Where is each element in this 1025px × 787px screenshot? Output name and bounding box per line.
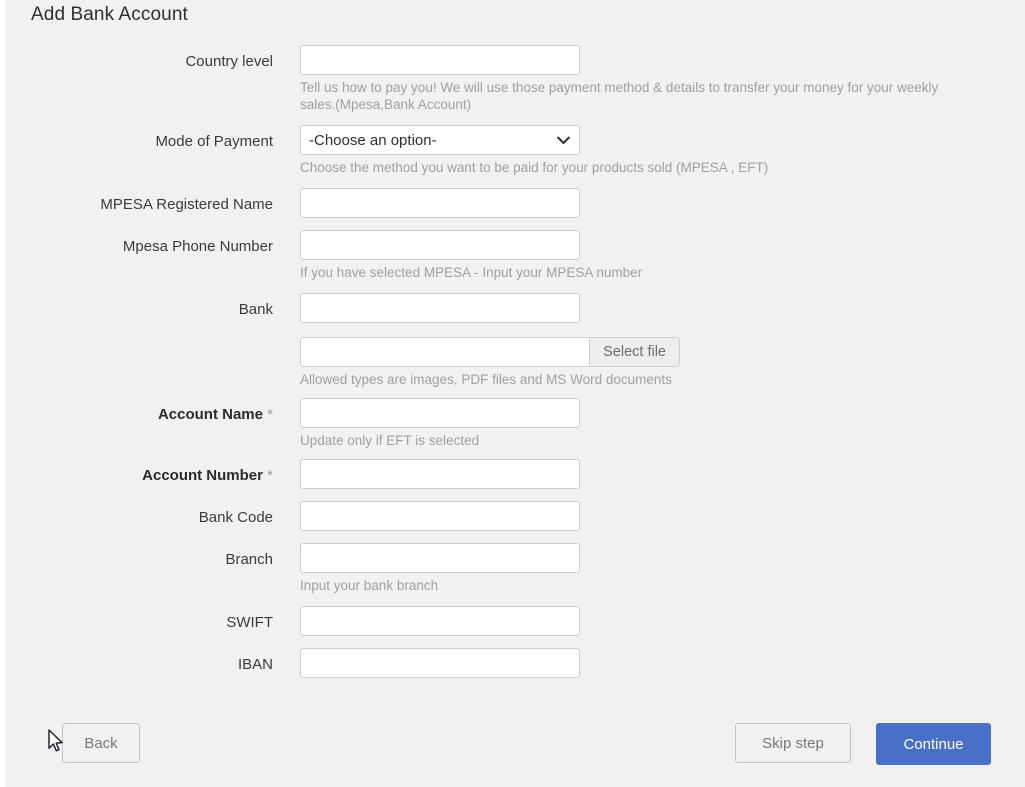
label-iban: IBAN bbox=[237, 656, 273, 673]
bank-input[interactable] bbox=[300, 293, 580, 323]
form-row-mpesa-phone-number: Mpesa Phone Number If you have selected … bbox=[0, 230, 1025, 281]
form-footer: Back Skip step Continue bbox=[0, 720, 1025, 787]
label-bank: Bank bbox=[238, 301, 273, 318]
label-bank-code: Bank Code bbox=[198, 509, 273, 526]
label-account-number-text: Account Number bbox=[142, 467, 263, 484]
help-account-name: Update only if EFT is selected bbox=[300, 433, 480, 448]
form-row-country-level: Country level Tell us how to pay you! We… bbox=[0, 45, 1025, 113]
label-account-number: Account Number * bbox=[0, 459, 300, 485]
add-bank-account-page: Add Bank Account Country level Tell us h… bbox=[0, 0, 1025, 787]
mpesa-registered-name-input[interactable] bbox=[300, 188, 580, 218]
form-row-bank: Bank bbox=[0, 293, 1025, 323]
field-mode-of-payment: -Choose an option- MPESA EFT Choose the … bbox=[300, 125, 1025, 176]
required-marker: * bbox=[267, 467, 273, 484]
mode-of-payment-select-wrap: -Choose an option- MPESA EFT bbox=[300, 125, 580, 155]
account-name-input[interactable] bbox=[300, 398, 580, 428]
form-row-file-upload: Select file Allowed types are images, PD… bbox=[0, 337, 1025, 388]
field-mpesa-registered-name bbox=[300, 188, 1025, 218]
swift-input[interactable] bbox=[300, 606, 580, 636]
field-account-name: Update only if EFT is selected bbox=[300, 398, 1025, 449]
field-bank bbox=[300, 293, 1025, 323]
help-file-upload: Allowed types are images, PDF files and … bbox=[300, 372, 672, 387]
label-file-upload bbox=[0, 337, 300, 345]
form-row-mode-of-payment: Mode of Payment -Choose an option- MPESA… bbox=[0, 125, 1025, 176]
label-account-name: Account Name * bbox=[0, 398, 300, 424]
country-level-input[interactable] bbox=[300, 45, 580, 75]
continue-button[interactable]: Continue bbox=[876, 723, 991, 765]
iban-input[interactable] bbox=[300, 648, 580, 678]
form-row-account-number: Account Number * bbox=[0, 459, 1025, 489]
page-title: Add Bank Account bbox=[31, 4, 188, 25]
form-row-bank-code: Bank Code bbox=[0, 501, 1025, 531]
label-country-level: Country level bbox=[185, 53, 273, 70]
bank-code-input[interactable] bbox=[300, 501, 580, 531]
label-mpesa-phone-number: Mpesa Phone Number bbox=[122, 238, 273, 255]
account-number-input[interactable] bbox=[300, 459, 580, 489]
label-swift: SWIFT bbox=[226, 614, 273, 631]
back-button[interactable]: Back bbox=[62, 723, 140, 763]
field-file-upload: Select file Allowed types are images, PD… bbox=[300, 337, 1025, 388]
field-swift bbox=[300, 606, 1025, 636]
label-mpesa-registered-name: MPESA Registered Name bbox=[100, 196, 273, 213]
form-row-mpesa-registered-name: MPESA Registered Name bbox=[0, 188, 1025, 218]
select-file-button[interactable]: Select file bbox=[589, 337, 680, 367]
form-row-swift: SWIFT bbox=[0, 606, 1025, 636]
label-account-name-text: Account Name bbox=[157, 406, 263, 423]
file-upload-group: Select file bbox=[300, 337, 680, 367]
form-row-branch: Branch Input your bank branch bbox=[0, 543, 1025, 594]
field-bank-code bbox=[300, 501, 1025, 531]
field-country-level: Tell us how to pay you! We will use thos… bbox=[300, 45, 1025, 113]
field-branch: Input your bank branch bbox=[300, 543, 1025, 594]
label-branch: Branch bbox=[225, 551, 273, 568]
help-mpesa-phone-number: If you have selected MPESA - Input your … bbox=[300, 265, 643, 280]
skip-step-button[interactable]: Skip step bbox=[735, 723, 851, 763]
help-branch: Input your bank branch bbox=[300, 578, 439, 593]
branch-input[interactable] bbox=[300, 543, 580, 573]
field-account-number bbox=[300, 459, 1025, 489]
help-country-level: Tell us how to pay you! We will use thos… bbox=[300, 80, 939, 112]
mode-of-payment-select[interactable]: -Choose an option- MPESA EFT bbox=[300, 125, 580, 155]
mpesa-phone-number-input[interactable] bbox=[300, 230, 580, 260]
label-mode-of-payment: Mode of Payment bbox=[155, 133, 273, 150]
form-row-account-name: Account Name * Update only if EFT is sel… bbox=[0, 398, 1025, 449]
help-mode-of-payment: Choose the method you want to be paid fo… bbox=[300, 160, 769, 175]
form-row-iban: IBAN bbox=[0, 648, 1025, 678]
required-marker: * bbox=[267, 406, 273, 423]
file-name-display[interactable] bbox=[300, 337, 590, 367]
bank-account-form: Country level Tell us how to pay you! We… bbox=[0, 45, 1025, 678]
field-iban bbox=[300, 648, 1025, 678]
field-mpesa-phone-number: If you have selected MPESA - Input your … bbox=[300, 230, 1025, 281]
left-edge-gutter bbox=[0, 0, 5, 787]
